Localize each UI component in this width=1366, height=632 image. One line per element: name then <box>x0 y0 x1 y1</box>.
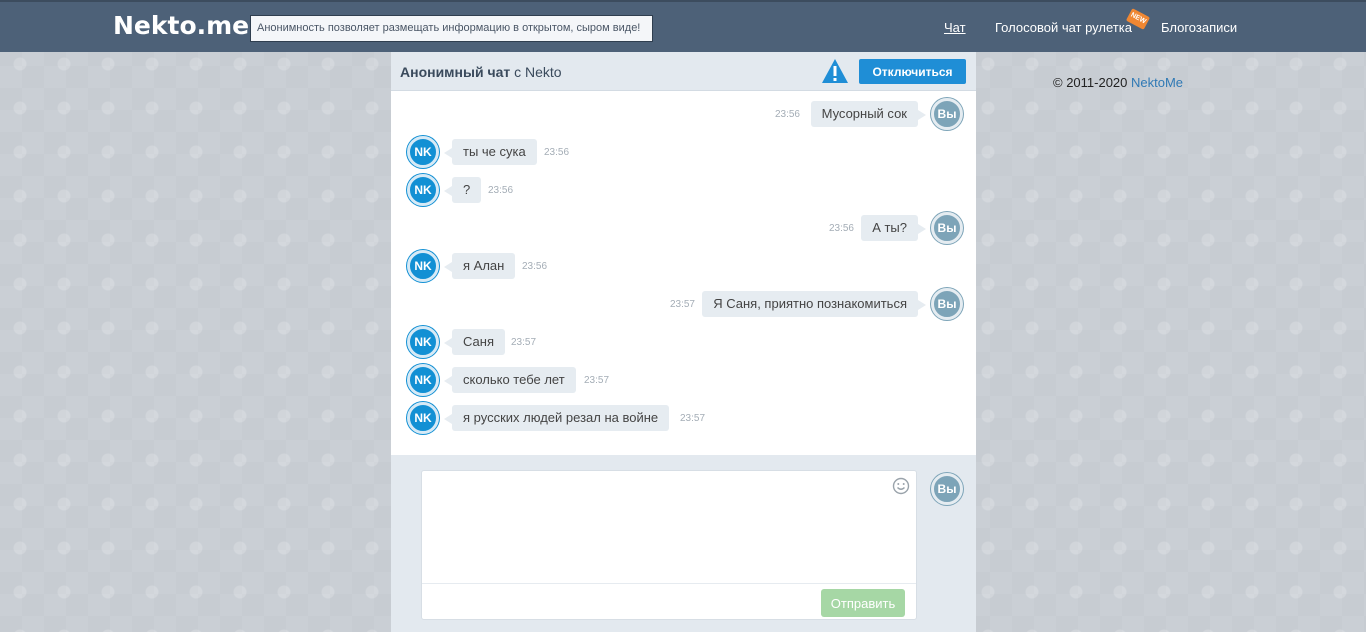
message-row-incoming: NK ? 23:56 <box>391 174 976 206</box>
message-row-incoming: NK я Алан 23:56 <box>391 250 976 282</box>
avatar-stranger: NK <box>407 364 439 396</box>
message-bubble: ? <box>443 177 482 203</box>
message-time: 23:57 <box>511 337 537 348</box>
message-list: 23:56 Мусорный сок Вы NK ты че сука 23:5… <box>391 92 976 455</box>
avatar-stranger: NK <box>407 402 439 434</box>
message-row-outgoing: 23:56 Мусорный сок Вы <box>391 98 976 130</box>
slogan-banner: Анонимность позволяет размещать информац… <box>250 15 653 42</box>
message-time: 23:56 <box>774 109 800 120</box>
site-logo[interactable]: Nekto.me <box>113 11 249 40</box>
composer-divider <box>422 583 916 584</box>
nav-link-voice-chat[interactable]: Голосовой чат рулетка <box>995 20 1132 35</box>
message-bubble: Я Саня, приятно познакомиться <box>702 291 926 317</box>
avatar-stranger: NK <box>407 326 439 358</box>
message-input[interactable] <box>422 471 916 583</box>
avatar-me: Вы <box>931 288 963 320</box>
nav-link-blog[interactable]: Блогозаписи <box>1161 20 1237 35</box>
message-row-incoming: NK ты че сука 23:56 <box>391 136 976 168</box>
message-time: 23:56 <box>544 147 570 158</box>
chat-title-bold: Анонимный чат <box>400 64 511 80</box>
message-row-incoming: NK Саня 23:57 <box>391 326 976 358</box>
message-row-incoming: NK сколько тебе лет 23:57 <box>391 364 976 396</box>
message-time: 23:57 <box>669 299 695 310</box>
message-time: 23:57 <box>584 375 610 386</box>
copyright-text: © 2011-2020 <box>1053 75 1132 90</box>
chat-header: Анонимный чат с Nekto Отключиться <box>391 52 976 91</box>
warning-triangle-icon[interactable] <box>821 58 849 84</box>
avatar-stranger: NK <box>407 250 439 282</box>
message-bubble: я Алан <box>443 253 516 279</box>
avatar-me: Вы <box>931 473 963 505</box>
message-time: 23:56 <box>488 185 514 196</box>
message-row-incoming: NK я русских людей резал на войне 23:57 <box>391 402 976 434</box>
message-time: 23:56 <box>828 223 854 234</box>
message-composer: Отправить Вы <box>391 455 976 632</box>
avatar-stranger: NK <box>407 136 439 168</box>
message-row-outgoing: 23:57 Я Саня, приятно познакомиться Вы <box>391 288 976 320</box>
chat-panel: Анонимный чат с Nekto Отключиться 23:56 … <box>391 52 976 632</box>
message-bubble: Мусорный сок <box>810 101 927 127</box>
message-bubble: я русских людей резал на войне <box>443 405 670 431</box>
message-bubble: Саня <box>444 329 505 355</box>
message-bubble: ты че сука <box>444 139 537 165</box>
message-time: 23:57 <box>680 413 706 424</box>
chat-title-partner: с Nekto <box>510 64 562 80</box>
send-button[interactable]: Отправить <box>821 589 905 617</box>
message-bubble: А ты? <box>861 215 926 241</box>
composer-box: Отправить <box>421 470 917 620</box>
copyright: © 2011-2020 NektoMe <box>1053 75 1183 90</box>
avatar-me: Вы <box>931 98 963 130</box>
nav-link-chat[interactable]: Чат <box>944 20 966 35</box>
message-row-outgoing: 23:56 А ты? Вы <box>391 212 976 244</box>
disconnect-button[interactable]: Отключиться <box>859 59 966 84</box>
avatar-stranger: NK <box>407 174 439 206</box>
copyright-link[interactable]: NektoMe <box>1131 75 1183 90</box>
smile-icon[interactable] <box>892 477 910 495</box>
message-time: 23:56 <box>522 261 548 272</box>
chat-title: Анонимный чат с Nekto <box>400 64 562 80</box>
top-bar: Nekto.me Анонимность позволяет размещать… <box>0 0 1366 52</box>
avatar-me: Вы <box>931 212 963 244</box>
message-bubble: сколько тебе лет <box>444 367 576 393</box>
